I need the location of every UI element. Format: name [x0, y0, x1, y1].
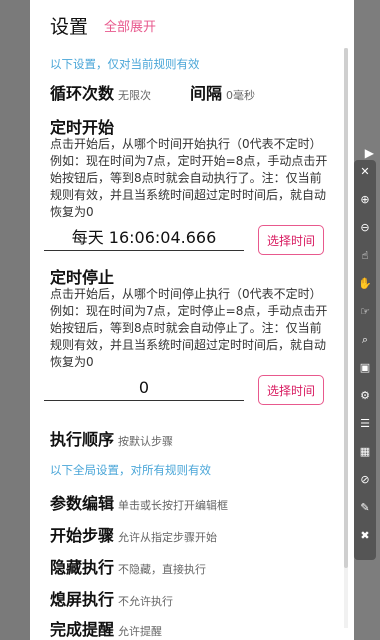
- start-time-label: 定时开始: [50, 118, 115, 137]
- hidden-exec-label: 隐藏执行: [50, 558, 115, 577]
- scrollbar-thumb[interactable]: [344, 48, 348, 568]
- execution-order-label: 执行顺序: [50, 430, 115, 449]
- loop-count-label: 循环次数: [50, 84, 115, 103]
- floating-toolbar: ✕ ⊕ ⊖ ☝ ✋ ☞ ⌕ ▣ ⚙ ☰ ▦ ⊘ ✎ ✖: [354, 160, 376, 560]
- global-setting-note: 以下全局设置，对所有规则有效: [50, 463, 211, 477]
- screen-off-exec-label: 熄屏执行: [50, 590, 115, 609]
- hand-icon: ✋: [358, 277, 372, 290]
- execution-order-value: 按默认步骤: [118, 435, 174, 448]
- param-edit-label: 参数编辑: [50, 494, 115, 513]
- screen-off-exec-value: 不允许执行: [118, 595, 174, 608]
- interval-value: 0毫秒: [226, 89, 256, 102]
- gear-icon: ⚙: [360, 389, 370, 402]
- start-select-time-button[interactable]: 选择时间: [258, 225, 324, 255]
- param-edit-value: 单击或长按打开编辑框: [118, 499, 229, 512]
- settings-dialog: 设置 全部展开 以下设置，仅对当前规则有效 循环次数 无限次 间隔 0毫秒 定时开始…: [30, 0, 354, 640]
- add-icon: ⊕: [360, 193, 370, 206]
- lock-icon: ⊘: [360, 473, 370, 486]
- start-step-value: 允许从指定步骤开始: [118, 531, 218, 544]
- param-edit-setting[interactable]: 参数编辑 单击或长按打开编辑框: [50, 490, 228, 514]
- finish-remind-value: 允许提醒: [118, 625, 163, 638]
- loop-count-value: 无限次: [118, 89, 152, 102]
- list-icon: ☰: [360, 417, 370, 430]
- background-app-left: [0, 0, 30, 640]
- play-icon: ▶: [364, 146, 374, 160]
- brush-icon: ✎: [360, 501, 370, 514]
- screen-off-exec-setting[interactable]: 熄屏执行 不允许执行: [50, 586, 173, 610]
- expand-all-link[interactable]: 全部展开: [104, 16, 156, 35]
- loop-count-setting[interactable]: 循环次数 无限次: [50, 80, 151, 104]
- stop-time-field[interactable]: 0: [44, 376, 244, 401]
- exit-icon: ✖: [360, 529, 370, 542]
- current-rule-note: 以下设置，仅对当前规则有效: [50, 57, 200, 71]
- hidden-exec-value: 不隐藏，直接执行: [118, 563, 207, 576]
- execution-order-setting[interactable]: 执行顺序 按默认步骤: [50, 426, 173, 450]
- finish-remind-setting[interactable]: 完成提醒 允许提醒: [50, 616, 162, 640]
- search-icon: ⌕: [361, 333, 369, 346]
- remove-icon: ⊖: [360, 221, 370, 234]
- dialog-title: 设置: [50, 16, 89, 38]
- stop-time-description: 点击开始后，从哪个时间停止执行（0代表不定时）例如：现在时间为7点，定时停止=8…: [50, 287, 328, 369]
- stop-time-label: 定时停止: [50, 268, 115, 287]
- hidden-exec-setting[interactable]: 隐藏执行 不隐藏，直接执行: [50, 554, 206, 578]
- stop-select-time-button[interactable]: 选择时间: [258, 375, 324, 405]
- grid-icon: ▦: [359, 445, 371, 458]
- interval-label: 间隔: [190, 84, 223, 103]
- finish-remind-label: 完成提醒: [50, 620, 115, 639]
- save-icon: ▣: [359, 361, 371, 374]
- start-time-field[interactable]: 每天 16:06:04.666: [44, 226, 244, 251]
- interval-setting[interactable]: 间隔 0毫秒: [190, 80, 255, 104]
- start-step-label: 开始步骤: [50, 526, 115, 545]
- swipe-icon: ☞: [360, 305, 370, 318]
- start-time-description: 点击开始后，从哪个时间开始执行（0代表不定时）例如：现在时间为7点，定时开始=8…: [50, 137, 328, 219]
- close-icon: ✕: [360, 165, 370, 178]
- start-step-setting[interactable]: 开始步骤 允许从指定步骤开始: [50, 522, 217, 546]
- gesture-icon: ☝: [361, 249, 369, 262]
